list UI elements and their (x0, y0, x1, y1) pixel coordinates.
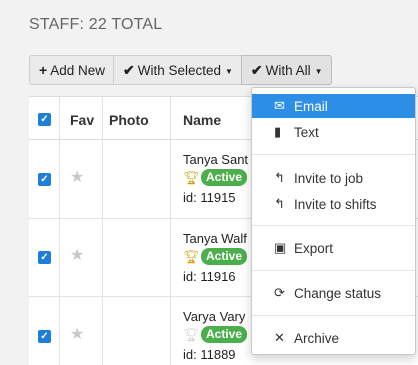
menu-item-email[interactable]: ✉ Email (252, 94, 415, 118)
menu-divider (252, 225, 415, 226)
staff-id: id: 11916 (183, 269, 236, 284)
add-new-button[interactable]: + Add New (29, 55, 114, 85)
caret-down-icon: ▼ (314, 66, 323, 76)
add-new-label: Add New (50, 62, 105, 78)
menu-item-label: Email (294, 98, 328, 114)
menu-item-archive[interactable]: ✕ Archive (252, 326, 415, 350)
menu-item-label: Export (294, 240, 334, 256)
status-badge: Active (201, 248, 248, 265)
caret-down-icon: ▼ (225, 66, 233, 76)
envelope-icon: ✉ (274, 98, 285, 113)
row-checkbox[interactable]: ✓ (38, 251, 51, 264)
with-selected-button[interactable]: ✔ With Selected ▼ (112, 55, 242, 85)
check-icon: ✔ (122, 61, 135, 78)
photo-column-header[interactable]: Photo (109, 112, 149, 128)
staff-name[interactable]: Tanya Sant (183, 152, 248, 167)
star-icon[interactable]: ★ (70, 167, 84, 187)
toolbar: + Add New ✔ With Selected ▼ ✔ With All ▼ (29, 55, 332, 85)
staff-id: id: 11915 (183, 190, 236, 205)
trophy-icon: 🏆︎ (183, 326, 200, 342)
check-icon: ✔ (250, 61, 263, 78)
menu-item-label: Invite to job (294, 170, 364, 186)
menu-item-label: Change status (294, 285, 382, 301)
menu-item-label: Invite to shifts (294, 196, 377, 212)
refresh-icon: ⟳ (274, 285, 285, 300)
save-disk-icon: ▣ (274, 240, 287, 255)
menu-item-change-status[interactable]: ⟳ Change status (252, 281, 415, 305)
with-all-button[interactable]: ✔ With All ▼ (240, 55, 332, 85)
row-checkbox[interactable]: ✓ (38, 173, 51, 186)
staff-meta: 🏆︎ Active (183, 169, 248, 186)
row-checkbox[interactable]: ✓ (38, 330, 51, 343)
with-selected-label: With Selected (137, 62, 221, 78)
menu-item-invite-to-job[interactable]: ↰ Invite to job (252, 166, 415, 190)
menu-divider (252, 154, 415, 155)
staff-id: id: 11889 (183, 347, 236, 362)
name-column-header[interactable]: Name (183, 112, 221, 128)
close-icon: ✕ (274, 330, 285, 345)
status-badge: Active (201, 169, 248, 186)
page-title: STAFF: 22 TOTAL (29, 16, 163, 33)
reply-arrow-icon: ↰ (274, 196, 285, 211)
menu-divider (252, 270, 415, 271)
staff-name[interactable]: Varya Vary (183, 309, 245, 324)
menu-divider (252, 315, 415, 316)
menu-item-label: Archive (294, 330, 340, 346)
select-all-checkbox[interactable]: ✓ (38, 113, 51, 126)
star-icon[interactable]: ★ (70, 245, 84, 265)
mobile-phone-icon: ▮ (274, 124, 282, 139)
fav-column-header[interactable]: Fav (70, 112, 94, 128)
star-icon[interactable]: ★ (70, 324, 84, 344)
menu-item-label: Text (294, 124, 319, 140)
trophy-icon: 🏆︎ (183, 169, 200, 185)
staff-name[interactable]: Tanya Walf (183, 231, 247, 246)
menu-item-export[interactable]: ▣ Export (252, 236, 415, 260)
reply-arrow-icon: ↰ (274, 170, 285, 185)
plus-icon: + (39, 62, 48, 78)
menu-item-invite-to-shifts[interactable]: ↰ Invite to shifts (252, 192, 415, 216)
with-all-label: With All (265, 62, 311, 78)
trophy-icon: 🏆︎ (183, 248, 200, 264)
status-badge: Active (201, 326, 248, 343)
staff-meta: 🏆︎ Active (183, 248, 248, 265)
staff-meta: 🏆︎ Active (183, 326, 248, 343)
with-all-dropdown-menu: ✉ Email ▮ Text ↰ Invite to job ↰ Invite … (251, 87, 416, 355)
menu-item-text[interactable]: ▮ Text (252, 120, 415, 144)
